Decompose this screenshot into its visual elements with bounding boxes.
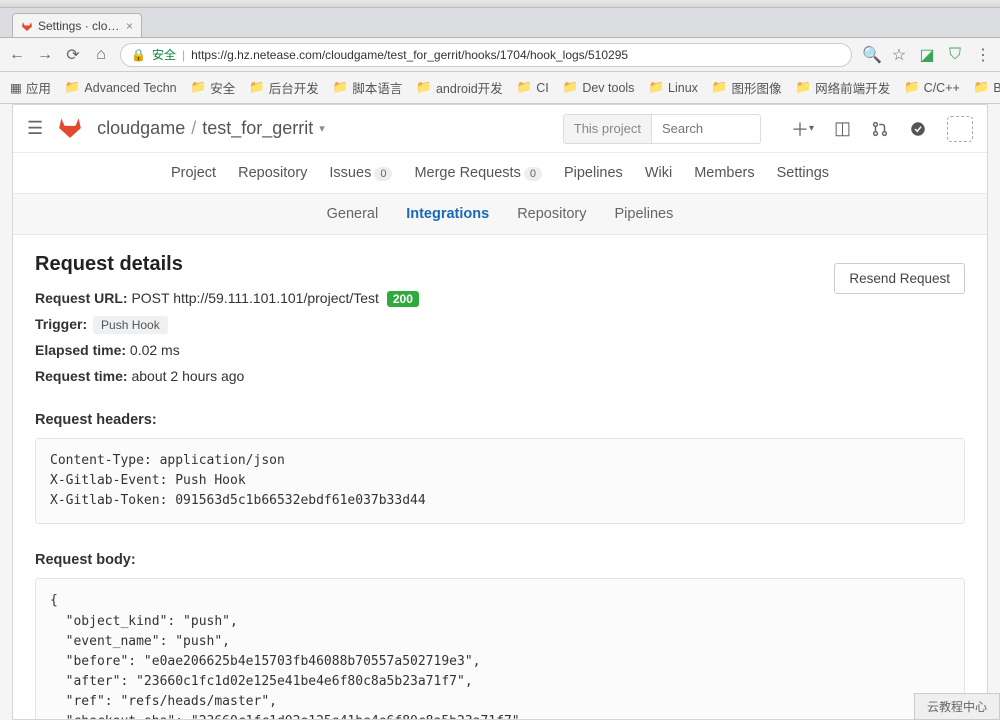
request-body-title: Request body: [35, 552, 965, 568]
elapsed-row: Elapsed time: 0.02 ms [35, 342, 965, 358]
gitlab-logo-icon[interactable] [57, 114, 83, 143]
request-headers-title: Request headers: [35, 412, 965, 428]
breadcrumb-project[interactable]: test_for_gerrit [202, 118, 313, 139]
bookmark-item[interactable]: 📁安全 [191, 78, 236, 97]
nav-settings[interactable]: Settings [777, 165, 829, 181]
star-icon[interactable]: ☆ [890, 45, 908, 65]
request-body-block: { "object_kind": "push", "event_name": "… [35, 578, 965, 719]
secure-label: 安全 [152, 46, 176, 63]
request-headers-block: Content-Type: application/json X-Gitlab-… [35, 438, 965, 524]
home-icon[interactable]: ⌂ [92, 46, 110, 64]
todos-icon[interactable] [909, 120, 927, 138]
merge-requests-icon[interactable] [871, 120, 889, 138]
status-badge: 200 [387, 291, 419, 307]
address-bar: ← → ⟳ ⌂ 🔒 安全 | https://g.hz.netease.com/… [0, 38, 1000, 72]
nav-issues[interactable]: Issues0 [329, 165, 392, 181]
chevron-down-icon[interactable]: ▾ [319, 122, 325, 135]
avatar[interactable] [947, 116, 973, 142]
request-time-value: about 2 hours ago [131, 368, 244, 384]
apps-icon[interactable]: ▦ 应用 [10, 78, 51, 97]
bookmark-item[interactable]: 📁脚本语言 [333, 78, 403, 97]
bookmark-item[interactable]: 📁Advanced Techn [65, 80, 177, 95]
gitlab-topbar: ☰ cloudgame / test_for_gerrit ▾ This pro… [13, 105, 987, 153]
menu-icon[interactable]: ⋮ [974, 45, 992, 65]
back-icon[interactable]: ← [8, 46, 26, 64]
project-nav: Project Repository Issues0 Merge Request… [13, 153, 987, 193]
bookmark-item[interactable]: 📁CI [517, 80, 549, 95]
subnav-general[interactable]: General [327, 206, 379, 222]
request-url-row: Request URL: POST http://59.111.101.101/… [35, 290, 965, 306]
nav-project[interactable]: Project [171, 165, 216, 181]
url-text: https://g.hz.netease.com/cloudgame/test_… [191, 48, 628, 62]
nav-members[interactable]: Members [694, 165, 754, 181]
bookmark-item[interactable]: 📁Blogs [974, 80, 1000, 95]
settings-subnav: General Integrations Repository Pipeline… [13, 193, 987, 235]
subnav-pipelines[interactable]: Pipelines [615, 206, 674, 222]
subnav-integrations[interactable]: Integrations [406, 206, 489, 222]
nav-repository[interactable]: Repository [238, 165, 307, 181]
shield-icon[interactable]: ⛉ [946, 46, 964, 64]
request-url-value: POST http://59.111.101.101/project/Test [131, 290, 379, 306]
bookmark-bar: ▦ 应用 📁Advanced Techn 📁安全 📁后台开发 📁脚本语言 📁an… [0, 72, 1000, 104]
browser-tabbar: Settings · cloudgam × [0, 8, 1000, 38]
url-box[interactable]: 🔒 安全 | https://g.hz.netease.com/cloudgam… [120, 43, 852, 67]
search-scope[interactable]: This project [563, 114, 651, 144]
elapsed-value: 0.02 ms [130, 342, 180, 358]
resend-request-button[interactable]: Resend Request [834, 263, 965, 294]
gitlab-favicon [21, 20, 33, 32]
reload-icon[interactable]: ⟳ [64, 45, 82, 65]
nav-merge-requests[interactable]: Merge Requests0 [414, 165, 542, 181]
tab-title: Settings · cloudgam [38, 19, 121, 33]
bookmark-item[interactable]: 📁后台开发 [249, 78, 319, 97]
footer-watermark: 云教程中心 [914, 693, 1000, 720]
bookmark-item[interactable]: 📁android开发 [416, 78, 502, 97]
nav-wiki[interactable]: Wiki [645, 165, 672, 181]
nav-pipelines[interactable]: Pipelines [564, 165, 623, 181]
breadcrumb[interactable]: cloudgame / test_for_gerrit ▾ [97, 118, 325, 139]
hamburger-icon[interactable]: ☰ [27, 118, 43, 139]
issues-count: 0 [374, 167, 392, 181]
bookmark-item[interactable]: 📁网络前端开发 [796, 78, 891, 97]
content-area: Resend Request Request details Request U… [13, 235, 987, 719]
plus-icon[interactable]: ＋▾ [791, 116, 814, 142]
subnav-repository[interactable]: Repository [517, 206, 586, 222]
trigger-value: Push Hook [93, 316, 168, 334]
zoom-icon[interactable]: 🔍 [862, 45, 880, 65]
forward-icon[interactable]: → [36, 46, 54, 64]
lock-icon: 🔒 [131, 48, 146, 62]
bookmark-item[interactable]: 📁图形图像 [712, 78, 782, 97]
bookmark-item[interactable]: 📁Linux [648, 80, 697, 95]
issues-icon[interactable]: ◫ [834, 118, 851, 139]
browser-tab[interactable]: Settings · cloudgam × [12, 13, 142, 37]
bookmark-item[interactable]: 📁Dev tools [563, 80, 635, 95]
request-time-row: Request time: about 2 hours ago [35, 368, 965, 384]
bookmark-item[interactable]: 📁C/C++ [904, 80, 960, 95]
close-tab-icon[interactable]: × [126, 19, 133, 33]
ext-icon[interactable]: ◪ [918, 45, 936, 65]
search-input[interactable] [651, 114, 761, 144]
page-title: Request details [35, 253, 965, 276]
breadcrumb-namespace[interactable]: cloudgame [97, 118, 185, 139]
trigger-row: Trigger: Push Hook [35, 316, 965, 332]
mr-count: 0 [524, 167, 542, 181]
